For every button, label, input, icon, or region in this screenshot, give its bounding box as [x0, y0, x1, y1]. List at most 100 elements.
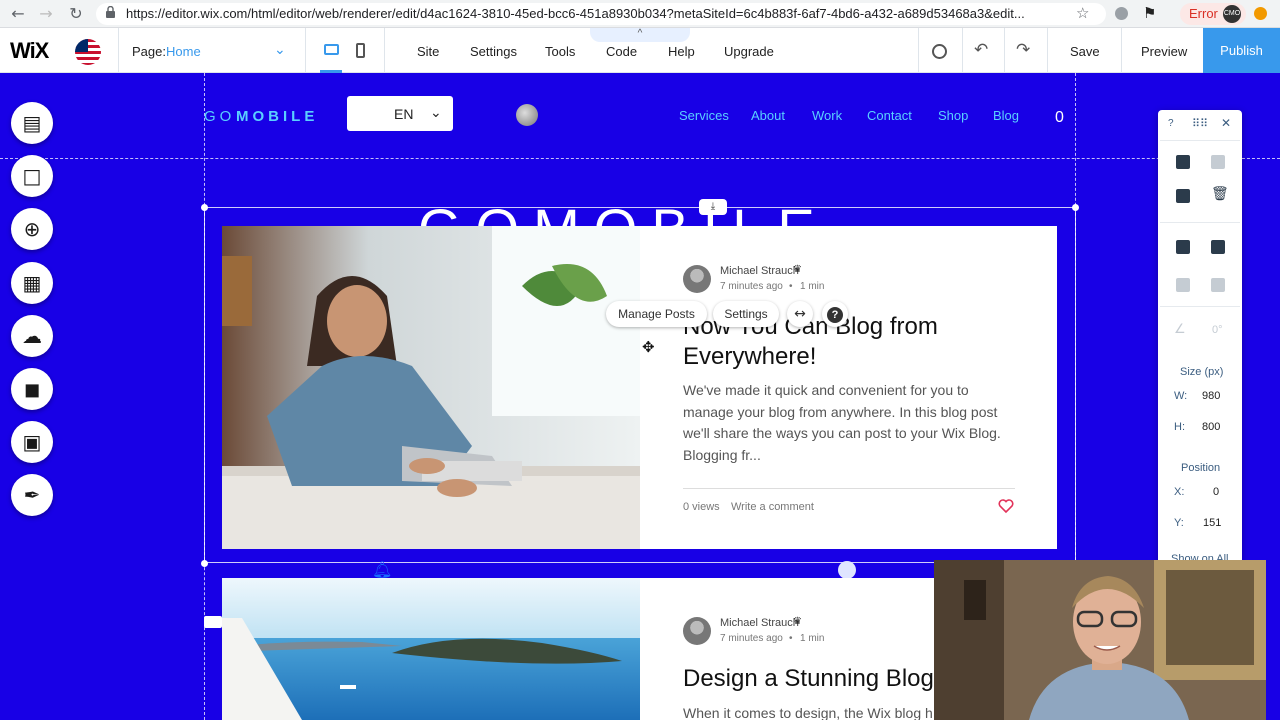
- back-icon[interactable]: ←: [8, 4, 28, 24]
- meta-dot: •: [789, 633, 793, 644]
- arrange-icon[interactable]: [1176, 240, 1190, 254]
- write-comment-link[interactable]: Write a comment: [731, 501, 814, 513]
- background-icon[interactable]: □: [11, 155, 53, 197]
- align-icon[interactable]: [1211, 240, 1225, 254]
- extension-icon[interactable]: [1115, 7, 1128, 20]
- divider: [918, 28, 919, 73]
- close-icon[interactable]: ✕: [1221, 116, 1231, 130]
- header-bottom-guide: [0, 158, 1280, 159]
- url-text[interactable]: https://editor.wix.com/html/editor/web/r…: [126, 6, 1066, 21]
- blog-icon[interactable]: ✒: [11, 474, 53, 516]
- height-input[interactable]: 800: [1202, 421, 1220, 433]
- read-time: 1 min: [800, 281, 825, 292]
- rocket-icon[interactable]: [838, 561, 856, 579]
- add-icon[interactable]: ⊕: [11, 208, 53, 250]
- page-label: Page:: [132, 44, 166, 59]
- wix-logo: WiX: [10, 38, 49, 63]
- bookmark-star-icon[interactable]: ☆: [1076, 4, 1089, 22]
- site-nav-blog[interactable]: Blog: [993, 108, 1019, 123]
- reload-icon[interactable]: ↻: [66, 4, 86, 24]
- menu-site[interactable]: Site: [417, 44, 439, 59]
- menu-help[interactable]: Help: [668, 44, 695, 59]
- publish-button[interactable]: Publish: [1203, 28, 1280, 73]
- resize-handle[interactable]: [201, 560, 208, 567]
- divider: [305, 28, 306, 73]
- chevron-down-icon[interactable]: ⌄: [274, 42, 286, 58]
- mobile-view-icon[interactable]: [356, 43, 365, 58]
- bookings-icon[interactable]: ▣: [11, 421, 53, 463]
- profile-avatar[interactable]: CMO: [1223, 5, 1241, 23]
- preview-button[interactable]: Preview: [1141, 44, 1187, 59]
- store-icon[interactable]: ◼: [11, 368, 53, 410]
- rotation-value[interactable]: 0°: [1212, 324, 1223, 336]
- post-image[interactable]: [222, 578, 640, 720]
- post-views: 0 views: [683, 501, 720, 513]
- paste-icon[interactable]: [1211, 155, 1225, 169]
- distribute-icon[interactable]: [1176, 278, 1190, 292]
- site-nav-work[interactable]: Work: [812, 108, 842, 123]
- rotate-icon[interactable]: ∠: [1174, 322, 1186, 337]
- app-market-icon[interactable]: ▦: [11, 262, 53, 304]
- undo-icon[interactable]: ↶: [974, 40, 988, 60]
- author-name[interactable]: Michael Strauch: [720, 617, 799, 629]
- panel-divider: [1160, 140, 1240, 141]
- divider: [1004, 28, 1005, 73]
- stretch-icon[interactable]: ↔: [787, 301, 813, 327]
- upload-icon[interactable]: ☁: [11, 315, 53, 357]
- x-input[interactable]: 0: [1213, 486, 1219, 498]
- webcam-overlay: [934, 560, 1266, 720]
- move-cursor-icon: ✥: [642, 338, 655, 356]
- site-logo-prefix[interactable]: GO: [204, 108, 235, 125]
- site-nav-about[interactable]: About: [751, 108, 785, 123]
- zoom-out-icon[interactable]: [932, 44, 947, 59]
- site-logo-suffix[interactable]: MOBILE: [236, 108, 318, 125]
- cart-count[interactable]: 0: [1055, 109, 1064, 127]
- post-image[interactable]: [222, 226, 640, 549]
- menu-code[interactable]: Code: [606, 44, 637, 59]
- manage-posts-button[interactable]: Manage Posts: [606, 301, 707, 327]
- extension-pin-icon[interactable]: ⚑: [1143, 4, 1156, 22]
- width-input[interactable]: 980: [1202, 390, 1220, 402]
- webcam-presenter-image: [934, 560, 1266, 720]
- forward-icon[interactable]: →: [36, 4, 56, 24]
- update-icon[interactable]: [1254, 7, 1267, 20]
- resize-handle[interactable]: [1072, 204, 1079, 211]
- menu-upgrade[interactable]: Upgrade: [724, 44, 774, 59]
- author-avatar[interactable]: [683, 265, 711, 293]
- post-excerpt[interactable]: We've made it quick and convenient for y…: [683, 380, 1023, 466]
- help-button[interactable]: ?: [822, 301, 848, 327]
- divider: [384, 28, 385, 73]
- author-name[interactable]: Michael Strauch: [720, 265, 799, 277]
- menu-settings[interactable]: Settings: [470, 44, 517, 59]
- site-globe-icon[interactable]: [516, 104, 538, 126]
- copy-icon[interactable]: [1176, 155, 1190, 169]
- code-panel-toggle[interactable]: ^: [590, 28, 690, 42]
- page-selector[interactable]: Home: [166, 44, 201, 59]
- site-nav-contact[interactable]: Contact: [867, 108, 912, 123]
- divider: [118, 28, 119, 73]
- drag-handle-icon[interactable]: ⠿⠿: [1192, 117, 1208, 130]
- post-title[interactable]: Design a Stunning Blog: [683, 664, 943, 694]
- desktop-view-icon[interactable]: [324, 44, 339, 55]
- crown-icon: ♛: [793, 264, 802, 275]
- anchor-icon[interactable]: ⤓: [699, 199, 727, 215]
- duplicate-icon[interactable]: [1176, 189, 1190, 203]
- site-nav-services[interactable]: Services: [679, 108, 729, 123]
- panel-help-icon[interactable]: ?: [1168, 118, 1174, 129]
- redo-icon[interactable]: ↷: [1016, 40, 1030, 60]
- bell-icon[interactable]: 🔔︎: [372, 560, 392, 579]
- heart-icon[interactable]: [998, 498, 1014, 514]
- y-input[interactable]: 151: [1203, 517, 1221, 529]
- author-avatar[interactable]: [683, 617, 711, 645]
- settings-button[interactable]: Settings: [713, 301, 779, 327]
- post-excerpt[interactable]: When it comes to design, the Wix blog ha…: [683, 703, 933, 720]
- resize-handle[interactable]: [201, 204, 208, 211]
- mail-icon[interactable]: [204, 616, 222, 628]
- divider: [1121, 28, 1122, 73]
- pages-icon[interactable]: ▤: [11, 102, 53, 144]
- save-button[interactable]: Save: [1070, 44, 1100, 59]
- menu-tools[interactable]: Tools: [545, 44, 575, 59]
- delete-icon[interactable]: 🗑︎: [1211, 186, 1229, 202]
- match-size-icon[interactable]: [1211, 278, 1225, 292]
- site-nav-shop[interactable]: Shop: [938, 108, 968, 123]
